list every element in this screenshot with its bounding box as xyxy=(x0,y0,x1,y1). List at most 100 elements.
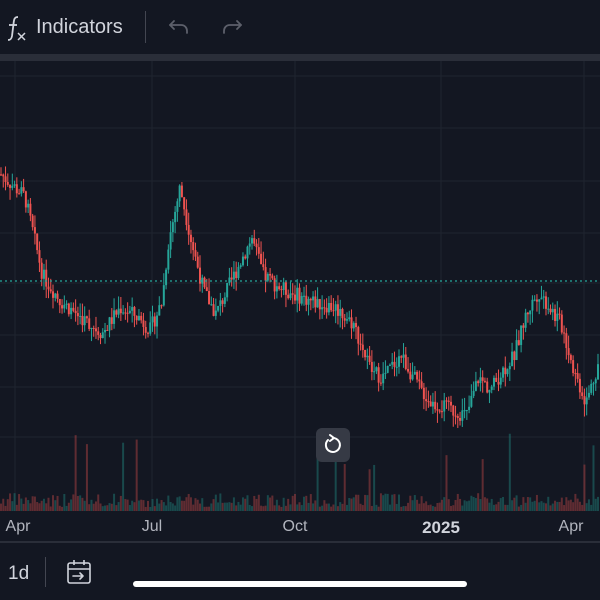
candle-body xyxy=(298,287,301,304)
candle-body xyxy=(400,356,403,358)
candle-body xyxy=(375,367,378,372)
price-chart[interactable] xyxy=(0,61,600,511)
candle-body xyxy=(483,380,486,382)
volume-bar xyxy=(468,500,471,511)
candle-body xyxy=(133,307,136,316)
candle-body xyxy=(106,329,109,331)
candle-body xyxy=(436,409,439,411)
candle-body xyxy=(137,315,140,321)
volume-bar xyxy=(76,495,79,511)
candle-body xyxy=(117,308,120,315)
candle-body xyxy=(255,243,258,248)
candle-body xyxy=(472,390,475,396)
top-toolbar: Indicators xyxy=(0,0,600,54)
candle-body xyxy=(474,381,477,391)
candle-body xyxy=(293,294,296,301)
volume-bar xyxy=(316,458,319,511)
volume-bar xyxy=(45,503,48,511)
volume-bar xyxy=(307,502,310,511)
volume-bar xyxy=(241,497,244,511)
volume-bar xyxy=(364,494,367,511)
candle-body xyxy=(370,361,373,372)
volume-bar xyxy=(373,464,376,511)
candle-body xyxy=(450,401,453,406)
volume-bar xyxy=(210,503,213,511)
volume-bar xyxy=(63,493,66,511)
volume-bar xyxy=(578,501,581,511)
volume-bar xyxy=(176,497,179,511)
volume-bar xyxy=(497,501,500,511)
candle-body xyxy=(339,308,342,316)
candle-body xyxy=(502,367,505,378)
candle-body xyxy=(187,224,190,235)
candle-body xyxy=(540,297,543,300)
candle-body xyxy=(165,269,168,286)
volume-bar xyxy=(158,503,161,511)
candle-body xyxy=(529,310,532,315)
candle-body xyxy=(418,379,421,382)
volume-bar xyxy=(160,500,163,511)
candle-body xyxy=(11,185,14,188)
volume-bar xyxy=(524,502,527,511)
volume-bar xyxy=(407,502,410,511)
candle-body xyxy=(262,264,265,268)
candle-body xyxy=(379,382,382,384)
candle-body xyxy=(167,249,170,270)
volume-bar xyxy=(189,497,192,511)
volume-bar xyxy=(583,464,586,511)
volume-bar xyxy=(156,498,159,511)
candle-body xyxy=(429,401,432,407)
volume-bar xyxy=(558,501,561,511)
volume-bar xyxy=(79,495,82,511)
volume-bar xyxy=(117,502,120,511)
candle-body xyxy=(269,273,272,276)
candle-body xyxy=(291,293,294,295)
candle-body xyxy=(203,277,206,288)
volume-bar xyxy=(183,500,186,511)
candle-body xyxy=(391,361,394,365)
candle-body xyxy=(402,354,405,358)
volume-bar xyxy=(463,500,466,511)
candle-body xyxy=(296,287,299,301)
volume-bar xyxy=(67,502,70,511)
candle-body xyxy=(300,295,303,304)
volume-bar xyxy=(309,494,312,511)
candle-body xyxy=(569,355,572,361)
candle-body xyxy=(592,383,595,385)
x-tick-label: Oct xyxy=(282,518,308,535)
candle-body xyxy=(174,211,177,223)
candle-body xyxy=(314,296,317,308)
undo-icon[interactable] xyxy=(166,14,192,40)
candle-body xyxy=(42,269,45,279)
volume-bar xyxy=(196,499,199,511)
candle-body xyxy=(511,351,514,367)
interval-button[interactable]: 1d xyxy=(8,563,29,585)
candle-body xyxy=(239,265,242,267)
indicators-button[interactable]: Indicators xyxy=(36,14,123,40)
candle-body xyxy=(438,410,441,412)
candle-body xyxy=(0,174,2,176)
candle-body xyxy=(140,315,143,321)
volume-bar xyxy=(447,499,450,511)
volume-bar xyxy=(56,495,59,511)
candle-body xyxy=(576,373,579,379)
candle-body xyxy=(110,317,113,324)
redo-icon[interactable] xyxy=(219,14,245,40)
candle-body xyxy=(282,282,285,290)
candle-body xyxy=(357,327,360,344)
candle-body xyxy=(547,308,550,310)
candle-body xyxy=(31,215,34,228)
calendar-goto-icon[interactable] xyxy=(64,557,94,587)
function-fx-icon[interactable] xyxy=(4,14,28,42)
reset-icon xyxy=(324,434,341,453)
candle-body xyxy=(52,291,55,298)
candle-body xyxy=(180,185,183,198)
volume-bar xyxy=(511,500,514,511)
volume-bar xyxy=(477,493,480,511)
candle-body xyxy=(228,277,231,283)
reset-chart-button[interactable] xyxy=(316,428,350,462)
volume-bar xyxy=(420,496,423,511)
volume-bar xyxy=(522,497,525,511)
candle-body xyxy=(237,266,240,279)
volume-bar xyxy=(486,498,489,511)
